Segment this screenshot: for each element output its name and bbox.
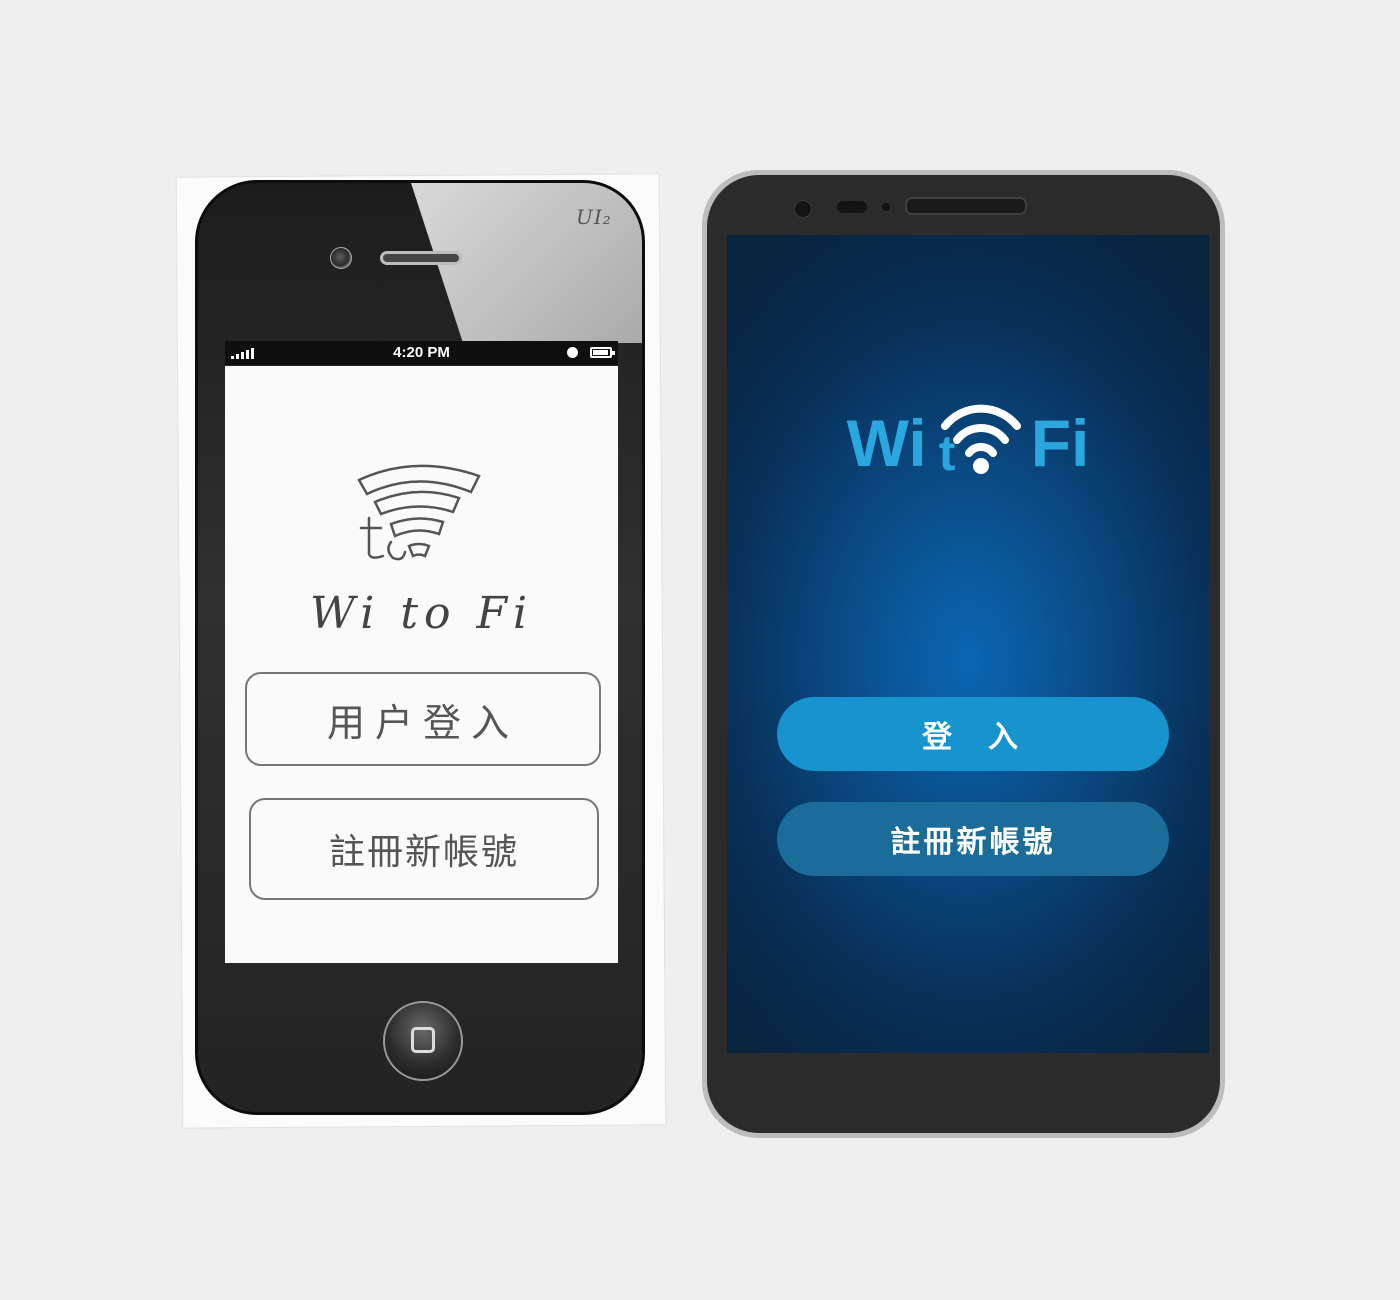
proximity-sensor: [837, 201, 867, 213]
light-sensor: [882, 203, 890, 211]
sketch-register-button[interactable]: 註冊新帳號: [249, 798, 599, 900]
login-button[interactable]: 登入: [777, 697, 1169, 771]
app-logo: Wi t Fi: [727, 390, 1209, 481]
status-time: 4:20 PM: [393, 344, 450, 361]
sketch-app-title: Wi to Fi: [309, 588, 534, 639]
wifi-icon: t: [933, 390, 1025, 481]
logo-text-left: Wi: [846, 406, 927, 480]
logo-text-right: Fi: [1030, 406, 1090, 480]
app-screen: Wi t Fi 登入 註冊新帳號: [727, 235, 1209, 1053]
home-button-icon[interactable]: [383, 1001, 463, 1081]
front-camera-icon: [330, 247, 352, 269]
earpiece-speaker: [905, 197, 1027, 215]
sketch-corner-tag: UI₂: [576, 205, 612, 229]
android-body: Wi t Fi 登入 註冊新帳號: [707, 175, 1220, 1133]
status-bar: 4:20 PM: [225, 341, 618, 365]
register-button[interactable]: 註冊新帳號: [777, 802, 1169, 876]
sketch-screen: Wi to Fi 用户登入 註冊新帳號: [225, 366, 618, 963]
sketch-wifi-icon: [357, 464, 481, 561]
battery-icon: [590, 347, 615, 358]
logo-text-middle: t: [938, 425, 956, 481]
android-phone: Wi t Fi 登入 註冊新帳號: [702, 170, 1225, 1138]
sketch-login-button[interactable]: 用户登入: [245, 672, 601, 766]
front-camera-icon: [794, 200, 812, 218]
clock-icon: [567, 347, 578, 358]
sketch-phone: UI₂ 4:20 PM Wi to Fi 用户登入 註冊新帳號: [195, 180, 645, 1115]
earpiece-speaker: [380, 251, 462, 265]
